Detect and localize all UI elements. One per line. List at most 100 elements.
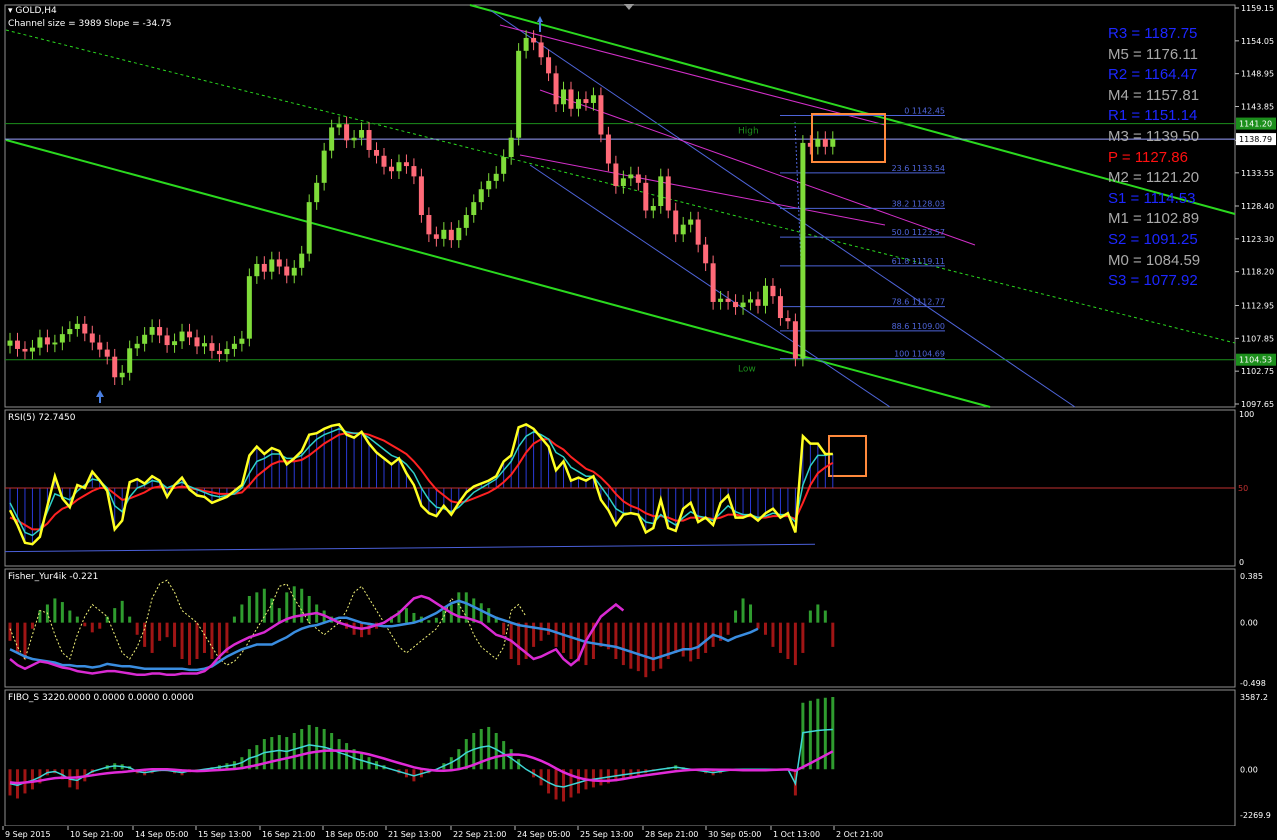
scroll-marker-icon[interactable]: [624, 4, 634, 10]
candle-body: [830, 139, 836, 147]
candle-body: [67, 328, 73, 335]
candle-body: [725, 298, 731, 302]
price-tick-label: 1097.65: [1241, 400, 1274, 409]
candle-body: [344, 124, 350, 141]
fib-level-label: 88.6 1109.00: [892, 322, 945, 331]
candle-body: [411, 166, 417, 177]
candle-body: [516, 50, 522, 138]
candle-body: [164, 335, 170, 346]
candle-body: [680, 224, 686, 235]
candle-body: [134, 343, 140, 349]
fibo-layer: [8, 697, 835, 802]
pivot-level: M5 = 1176.11: [1108, 45, 1198, 63]
fisher-layer: [8, 579, 835, 678]
candle-body: [800, 142, 806, 359]
low-level-label: Low: [738, 365, 756, 375]
candle-body: [456, 227, 462, 241]
fib-level-label: 50.0 1123.57: [892, 228, 945, 237]
pivot-level: S1 = 1114.53: [1108, 189, 1196, 207]
time-tick-label: 16 Sep 21:00: [262, 830, 315, 839]
candle-body: [216, 350, 222, 355]
candle-body: [523, 37, 529, 51]
candle-body: [635, 174, 641, 183]
price-tag: 1138.79: [1239, 135, 1272, 144]
candle-body: [359, 130, 365, 138]
candle-body: [396, 162, 402, 172]
candle-body: [22, 348, 28, 352]
candle-body: [740, 302, 746, 308]
candle-body: [209, 343, 215, 351]
fibo-tick-label: 0.00: [1240, 765, 1258, 774]
candle-body: [149, 327, 155, 335]
candle-body: [508, 137, 514, 158]
candle-body: [673, 210, 679, 235]
candle-body: [777, 296, 783, 319]
time-tick-label: 21 Sep 13:00: [388, 830, 441, 839]
price-tick-label: 1123.30: [1241, 235, 1274, 244]
candle-body: [194, 337, 200, 347]
candle-body: [104, 349, 110, 357]
fisher-tick-label: 0.00: [1240, 619, 1258, 628]
candle-body: [538, 42, 544, 58]
candle-body: [583, 99, 589, 103]
price-tick-label: 1107.85: [1241, 334, 1274, 343]
candle-body: [7, 340, 13, 346]
candle-body: [628, 174, 634, 179]
arrow-up-icon: [96, 390, 104, 403]
trend-line: [529, 164, 891, 408]
candle-body: [486, 180, 492, 190]
candle-body: [426, 215, 432, 235]
candle-body: [239, 338, 245, 344]
candle-body: [254, 263, 260, 277]
main-pane-frame: [4, 4, 1236, 408]
candle-body: [374, 149, 380, 156]
candle-body: [82, 323, 88, 334]
fisher-tick-label: -0.498: [1240, 679, 1266, 688]
pivot-level: R3 = 1187.75: [1108, 25, 1198, 42]
fibo-header: FIBO_S 3220.0000 0.0000 0.0000 0.0000: [8, 693, 194, 703]
fisher-tick-label: 0.385: [1240, 572, 1263, 581]
triangle-down-icon[interactable]: ▾: [8, 6, 13, 16]
candle-body: [59, 334, 65, 343]
fibo-tick-label: -2269.9: [1240, 811, 1271, 820]
candle-body: [89, 333, 95, 343]
candle-body: [112, 356, 118, 378]
candle-body: [598, 95, 604, 135]
symbol-label: GOLD,H4: [15, 6, 57, 16]
rsi-header: RSI(5) 72.7450: [8, 413, 76, 423]
candle-body: [643, 182, 649, 211]
time-tick-label: 28 Sep 21:00: [645, 830, 698, 839]
candle-body: [314, 182, 320, 203]
price-layer: 0 1142.45 23.6 1133.54 38.2 1128.03 50.0 11…: [5, 4, 1236, 477]
candle-body: [703, 244, 709, 264]
candle-body: [748, 299, 754, 303]
candle-body: [605, 134, 611, 164]
rsi-trend-line: [4, 543, 816, 553]
symbol-header[interactable]: ▾ GOLD,H4: [8, 6, 57, 16]
time-tick-label: 9 Sep 2015: [5, 830, 51, 839]
candle-body: [493, 173, 499, 181]
candle-body: [231, 343, 237, 349]
pivot-level: R1 = 1151.14: [1108, 107, 1198, 125]
candle-body: [284, 266, 290, 276]
fib-level-label: 61.8 1119.11: [892, 257, 945, 266]
highlight-box: [811, 113, 886, 163]
price-tag: 1104.53: [1239, 356, 1272, 365]
candle-body: [718, 298, 724, 302]
candle-body: [561, 89, 567, 105]
candle-body: [448, 229, 454, 241]
candle-body: [733, 301, 739, 308]
candle-body: [37, 337, 43, 348]
candle-body: [695, 219, 701, 245]
candle-body: [463, 215, 469, 228]
candle-body: [478, 189, 484, 203]
candle-body: [52, 342, 58, 345]
candle-body: [418, 176, 424, 216]
candle-body: [157, 327, 163, 336]
channel-mid-line: [5, 29, 1236, 344]
fib-level-label: 0 1142.45: [904, 107, 945, 116]
candle-body: [74, 323, 80, 329]
candle-body: [770, 285, 776, 297]
axis-layer: 1159.151154.051148.951143.851138.601133.…: [2, 4, 1276, 839]
fib-level-label: 78.6 1112.77: [892, 298, 945, 307]
